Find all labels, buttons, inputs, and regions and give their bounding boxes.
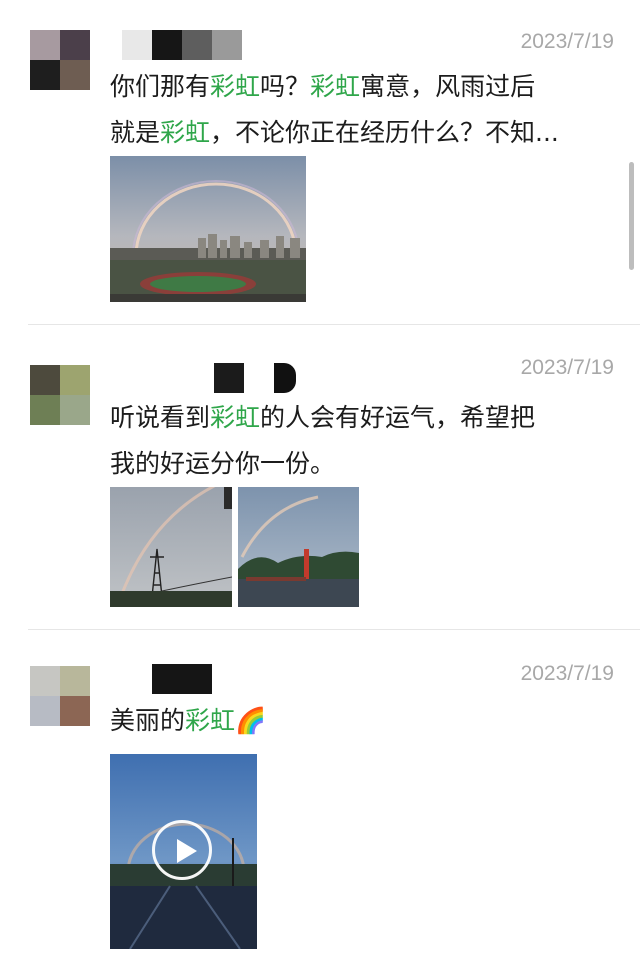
text-segment: 你们那有 (110, 72, 211, 101)
avatar-tile (30, 60, 60, 90)
post-text-line: 你们那有彩虹吗？彩虹寓意，风雨过后 (110, 64, 614, 110)
post-date: 2023/7/19 (520, 356, 614, 379)
post-text-line: 我的好运分你一份。 (110, 441, 614, 487)
text-segment: 美丽的 (110, 706, 186, 735)
avatar-tile (60, 365, 90, 395)
post-2[interactable]: 2023/7/19 听说看到彩虹的人会有好运气，希望把我的好运分你一份。 (0, 325, 640, 629)
post-text: 你们那有彩虹吗？彩虹寓意，风雨过后 就是彩虹，不论你正在经历什么？不知... (110, 64, 614, 156)
avatar-tile (30, 30, 60, 60)
avatar-tile (60, 666, 90, 696)
post-text-line: 美丽的彩虹🌈 (110, 698, 614, 744)
post-3[interactable]: 2023/7/19 美丽的彩虹🌈 (0, 630, 640, 971)
avatar-tile (30, 365, 60, 395)
text-segment: 的人会有好运气，希望把 (260, 403, 536, 432)
rainbow-photo[interactable] (110, 156, 306, 302)
keyword-highlight[interactable]: 彩虹 (185, 706, 235, 735)
post-1[interactable]: 2023/7/19 你们那有彩虹吗？彩虹寓意，风雨过后 就是彩虹，不论你正在经历什… (0, 0, 640, 324)
avatar-tile (60, 395, 90, 425)
play-icon[interactable] (152, 820, 212, 880)
avatar-tile (30, 395, 60, 425)
text-segment: 我的好运分你一份。 (110, 449, 336, 478)
text-segment: 就是 (110, 118, 161, 147)
text-segment: 寓意，风雨过后 (360, 72, 536, 101)
keyword-highlight[interactable]: 彩虹 (210, 72, 260, 101)
text-segment: 吗？ (260, 72, 311, 101)
text-segment: 听说看到 (110, 403, 211, 432)
nickname-redacted[interactable] (110, 664, 250, 694)
avatar-tile (60, 60, 90, 90)
keyword-highlight[interactable]: 彩虹 (210, 403, 260, 432)
post-date: 2023/7/19 (520, 30, 614, 53)
keyword-highlight[interactable]: 彩虹 (310, 72, 360, 101)
rainbow-photo[interactable] (238, 487, 359, 607)
avatar[interactable] (30, 666, 90, 726)
keyword-highlight[interactable]: 彩虹 (160, 118, 210, 147)
video-thumbnail[interactable] (110, 754, 257, 949)
avatar-tile (30, 666, 60, 696)
avatar[interactable] (30, 30, 90, 90)
post-text-line: 就是彩虹，不论你正在经历什么？不知... (110, 110, 614, 156)
post-text-line: 听说看到彩虹的人会有好运气，希望把 (110, 395, 614, 441)
avatar-tile (60, 696, 90, 726)
nickname-redacted[interactable] (110, 363, 310, 393)
rainbow-photo[interactable] (110, 487, 232, 607)
text-segment: 🌈 (235, 706, 267, 735)
post-date: 2023/7/19 (520, 662, 614, 685)
text-segment: ，不论你正在经历什么？不知... (210, 118, 559, 147)
avatar-tile (30, 696, 60, 726)
nickname-redacted[interactable] (110, 30, 250, 60)
scrollbar[interactable] (629, 162, 634, 270)
post-text: 听说看到彩虹的人会有好运气，希望把我的好运分你一份。 (110, 395, 614, 487)
avatar-tile (60, 30, 90, 60)
avatar[interactable] (30, 365, 90, 425)
post-text: 美丽的彩虹🌈 (110, 698, 614, 744)
